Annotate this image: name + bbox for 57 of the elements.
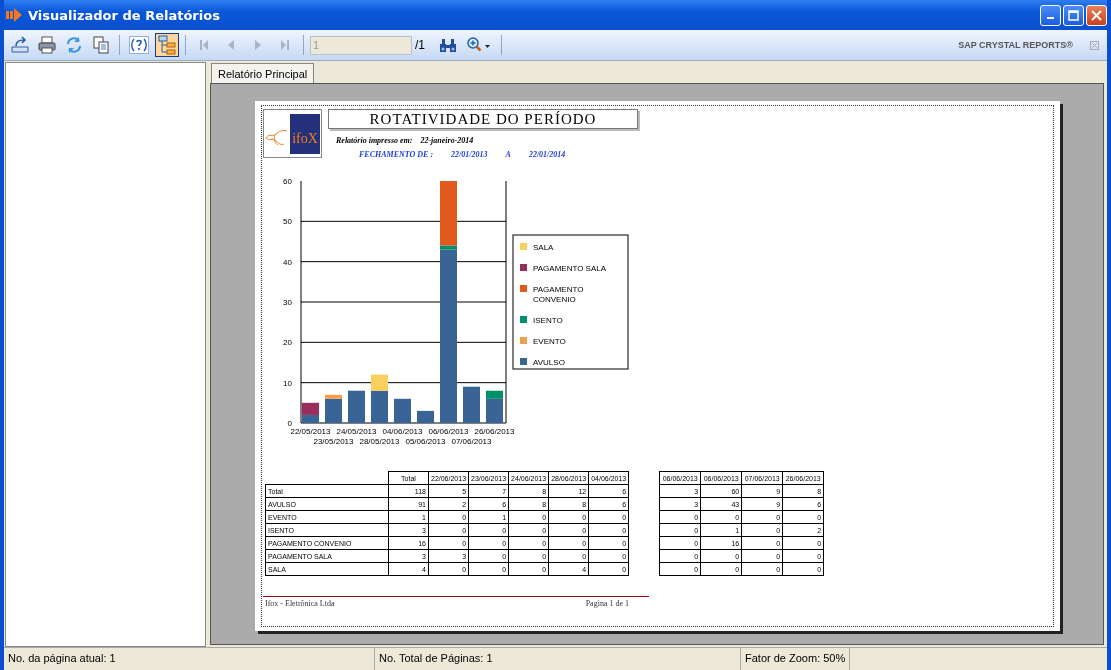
x-tick-label: 22/05/2013: [290, 427, 331, 436]
bar-segment: [417, 410, 434, 423]
group-tree-button[interactable]: [155, 33, 179, 57]
page-total: /1: [415, 38, 425, 52]
x-tick-label: 04/06/2013: [382, 427, 423, 436]
report-title: ROTATIVIDADE DO PERÍODO: [328, 109, 638, 129]
y-tick-label: 10: [283, 378, 292, 388]
help-button[interactable]: [126, 33, 152, 57]
legend-label: SALA: [533, 243, 554, 252]
maximize-icon: [1068, 9, 1079, 21]
footer-page-number: Pagina 1 de 1: [585, 599, 629, 608]
legend-label: PAGAMENTO CONVENIO: [533, 285, 584, 304]
printed-date: 22-janeiro-2014: [420, 136, 474, 145]
period-end: 22/01/2014: [528, 150, 566, 159]
window-title: Visualizador de Relatórios: [28, 7, 220, 23]
x-tick-label: 07/06/2013: [451, 437, 492, 446]
logo-drawing: ifoX: [263, 109, 323, 159]
arrow-icon: [6, 8, 22, 22]
x-tick-label: 06/06/2013: [428, 427, 469, 436]
first-page-icon: [198, 39, 210, 51]
status-pane: No. Total de Páginas: 1: [375, 648, 741, 670]
y-tick-label: 60: [283, 177, 292, 186]
status-pane: Fator de Zoom: 50%: [741, 648, 851, 670]
x-tick-label: 24/05/2013: [336, 427, 377, 436]
minimize-icon: [1047, 17, 1054, 19]
minimize-button[interactable]: [1040, 4, 1061, 26]
bar-segment: [463, 386, 480, 423]
x-tick-label: 26/06/2013: [474, 427, 515, 436]
brand-label: SAP CRYSTAL REPORTS®: [958, 40, 1073, 50]
y-tick-label: 20: [283, 338, 292, 348]
maximize-button[interactable]: [1063, 4, 1084, 26]
y-tick-label: 0: [287, 419, 292, 428]
close-button[interactable]: [1086, 4, 1107, 26]
print-button[interactable]: [35, 33, 59, 57]
status-pane: No. da página atual: 1: [4, 648, 375, 670]
close-icon: [1091, 9, 1102, 21]
y-tick-label: 50: [283, 217, 292, 227]
printed-label: Relatório impresso em:: [336, 136, 413, 145]
binoculars-icon: [439, 37, 457, 53]
bar-segment: [348, 390, 365, 423]
x-tick-label: 28/05/2013: [359, 437, 400, 446]
last-page-icon: [279, 39, 291, 51]
zoom-icon: [466, 37, 492, 53]
x-tick-label: 23/05/2013: [313, 437, 354, 446]
period-separator: A: [505, 150, 511, 159]
y-tick-label: 40: [283, 257, 292, 267]
y-tick-label: 30: [283, 298, 292, 307]
period-label: FECHAMENTO DE :: [359, 150, 434, 159]
legend-label: EVENTO: [533, 337, 566, 346]
legend-label: PAGAMENTO SALA: [533, 264, 607, 273]
legend-label: ISENTO: [533, 316, 563, 325]
report-tab[interactable]: Relatório Principal: [211, 63, 315, 83]
bar-segment: [394, 398, 411, 423]
period-start: 22/01/2013: [451, 150, 488, 159]
legend-label: AVULSO: [533, 358, 565, 367]
footer-company: Ifox - Eletrônica Ltda: [265, 599, 335, 608]
x-tick-label: 05/06/2013: [405, 437, 446, 446]
